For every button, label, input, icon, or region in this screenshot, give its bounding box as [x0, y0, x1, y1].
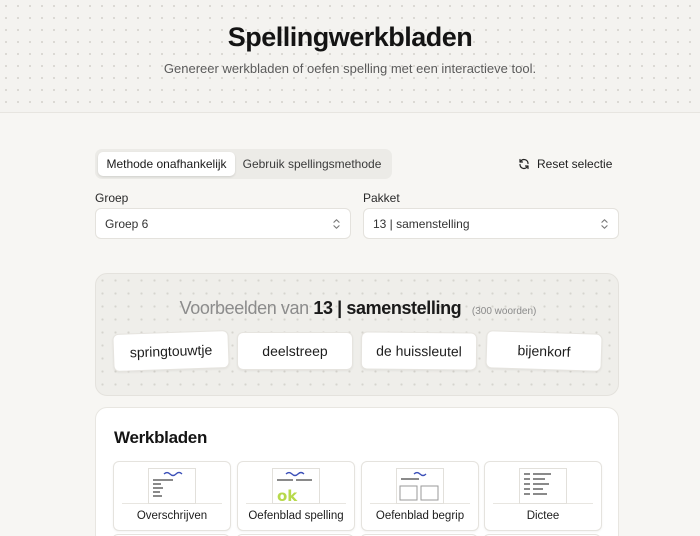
- refresh-icon: [519, 158, 529, 170]
- worksheet-thumbnail: ok: [246, 466, 346, 504]
- document-lines-icon: [148, 468, 196, 504]
- hero-section: Spellingwerkbladen Genereer werkbladen o…: [0, 0, 700, 113]
- reset-selection-button[interactable]: Reset selectie: [518, 155, 612, 173]
- spelling-sheet-icon: ok: [272, 468, 320, 504]
- chevron-updown-icon: [601, 219, 608, 229]
- groep-label: Groep: [95, 191, 129, 205]
- worksheet-card-oefenblad-begrip[interactable]: Oefenblad begrip: [361, 461, 479, 531]
- mode-tabs: Methode onafhankelijk Gebruik spellingsm…: [95, 149, 392, 179]
- worksheet-card-oefenblad-spelling[interactable]: ok Oefenblad spelling: [237, 461, 355, 531]
- worksheet-card-dictee[interactable]: Dictee: [484, 461, 602, 531]
- worksheet-thumbnail: [370, 466, 470, 504]
- werkbladen-title: Werkbladen: [114, 428, 208, 447]
- examples-title: Voorbeelden van 13 | samenstelling (300 …: [96, 298, 620, 319]
- svg-text:ok: ok: [277, 487, 298, 504]
- chevron-updown-icon: [333, 219, 340, 229]
- worksheet-card-overschrijven[interactable]: Overschrijven: [113, 461, 231, 531]
- reset-label: Reset selectie: [537, 157, 613, 171]
- werkbladen-section: Werkbladen Overschrijven ok Oefenblad sp…: [95, 407, 619, 536]
- groep-value: Groep 6: [105, 216, 149, 231]
- worksheet-thumbnail: [493, 466, 593, 504]
- example-word: deelstreep: [237, 332, 353, 370]
- example-word: de huissleutel: [360, 331, 478, 371]
- tab-gebruik-spellingsmethode[interactable]: Gebruik spellingsmethode: [237, 152, 387, 176]
- pakket-value: 13 | samenstelling: [373, 216, 470, 231]
- examples-word-count: (300 woorden): [471, 306, 537, 317]
- examples-title-package: 13 | samenstelling: [313, 298, 462, 318]
- pakket-label: Pakket: [363, 191, 400, 205]
- groep-select[interactable]: Groep 6: [95, 208, 351, 239]
- examples-panel: Voorbeelden van 13 | samenstelling (300 …: [95, 273, 619, 396]
- tab-methode-onafhankelijk[interactable]: Methode onafhankelijk: [98, 152, 235, 176]
- example-word: springtouwtje: [112, 329, 230, 373]
- dictation-sheet-icon: [519, 468, 567, 504]
- examples-title-prefix: Voorbeelden van: [179, 298, 310, 318]
- worksheet-card-label: Dictee: [526, 510, 560, 522]
- page-title: Spellingwerkbladen: [227, 22, 473, 52]
- pakket-select[interactable]: 13 | samenstelling: [363, 208, 619, 239]
- worksheet-card-label: Overschrijven: [136, 510, 208, 522]
- comprehension-sheet-icon: [396, 468, 444, 504]
- worksheet-card-label: Oefenblad spelling: [248, 510, 344, 522]
- worksheet-thumbnail: [122, 466, 222, 504]
- example-word: bijenkorf: [485, 330, 603, 372]
- worksheet-card-label: Oefenblad begrip: [375, 510, 465, 522]
- page-subtitle: Genereer werkbladen of oefen spelling me…: [163, 61, 537, 76]
